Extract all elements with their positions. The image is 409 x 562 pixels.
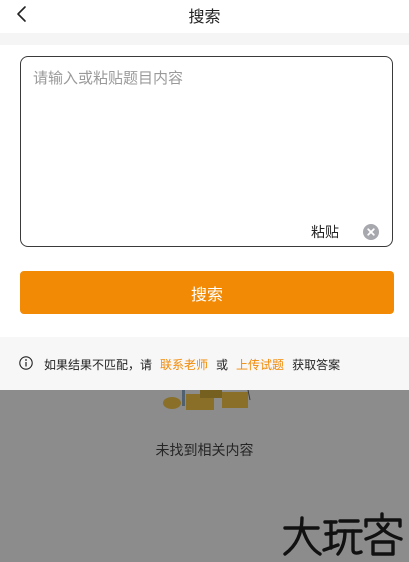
upload-question-link[interactable]: 上传试题 xyxy=(236,358,284,372)
clear-circle-icon xyxy=(367,228,375,236)
question-input-box: 粘贴 xyxy=(20,56,393,247)
search-button[interactable]: 搜索 xyxy=(20,271,394,314)
watermark-logo xyxy=(283,512,403,556)
section-divider xyxy=(0,33,409,45)
paste-button[interactable]: 粘贴 xyxy=(311,222,339,242)
info-circle-icon xyxy=(19,356,33,370)
empty-state-text: 未找到相关内容 xyxy=(155,443,254,459)
info-or-text: 或 xyxy=(216,358,229,372)
clear-button[interactable] xyxy=(363,224,379,240)
empty-illustration xyxy=(163,390,251,410)
info-bar: 如果结果不匹配，请 联系老师或上传试题 获取答案 xyxy=(0,337,409,390)
contact-teacher-link[interactable]: 联系老师 xyxy=(160,358,208,372)
info-text: 如果结果不匹配，请 联系老师或上传试题 获取答案 xyxy=(44,356,340,373)
search-panel: 粘贴 搜索 xyxy=(0,45,409,333)
info-prefix: 如果结果不匹配，请 xyxy=(44,358,153,372)
question-input[interactable] xyxy=(33,67,378,207)
page-title: 搜索 xyxy=(188,7,221,26)
header-bar: 搜索 xyxy=(0,0,409,33)
info-suffix: 获取答案 xyxy=(292,358,341,372)
